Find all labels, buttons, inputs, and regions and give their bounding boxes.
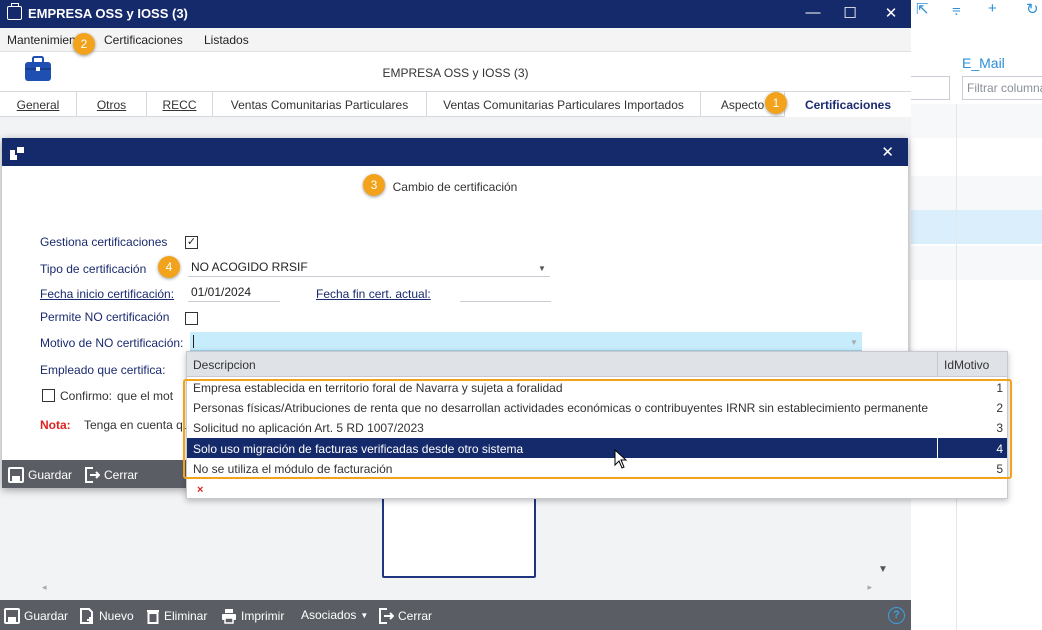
scroll-right-icon[interactable]: ▸ <box>867 582 872 593</box>
highlight-frame <box>183 379 1012 479</box>
email-filter-input[interactable]: Filtrar columna <box>962 76 1042 100</box>
menu-listados[interactable]: Listados <box>204 33 249 47</box>
exit-icon <box>85 467 100 483</box>
header-area: EMPRESA OSS y IOSS (3) <box>0 52 911 92</box>
confirmo-checkbox[interactable] <box>42 389 55 402</box>
new-button[interactable]: Nuevo <box>79 608 134 624</box>
chevron-down-icon: ▼ <box>360 610 369 620</box>
tipo-select[interactable]: NO ACOGIDO RRSIF <box>188 257 550 277</box>
chevron-down-icon[interactable]: ▼ <box>538 264 546 273</box>
gestiona-label: Gestiona certificaciones <box>40 235 168 249</box>
new-label: Nuevo <box>99 609 134 623</box>
tab-label: Otros <box>96 98 127 112</box>
fecha-inicio-input[interactable]: 01/01/2024 <box>188 282 280 302</box>
dialog-title-bar: ✕ <box>2 138 908 166</box>
tab-label: General <box>16 98 60 112</box>
scroll-down-icon[interactable]: ▼ <box>878 564 888 575</box>
printer-icon <box>222 609 236 624</box>
gestiona-checkbox[interactable]: ✓ <box>185 236 198 249</box>
dialog-close-label: Cerrar <box>104 468 139 482</box>
title-bar: EMPRESA OSS y IOSS (3) — ☐ ✕ <box>0 0 911 28</box>
help-icon[interactable]: ? <box>888 607 905 624</box>
print-button[interactable]: Imprimir <box>221 608 284 624</box>
fecha-fin-label[interactable]: Fecha fin cert. actual: <box>316 287 431 301</box>
tab-ventas-importados[interactable]: Ventas Comunitarias Particulares Importa… <box>427 92 701 117</box>
new-document-icon <box>80 608 93 624</box>
trash-icon <box>147 610 159 624</box>
nota-label: Nota: <box>40 418 71 432</box>
refresh-icon[interactable]: ↻ <box>1026 0 1039 18</box>
associated-label: Asociados <box>301 608 357 622</box>
email-column-header[interactable]: E_Mail <box>962 55 1005 71</box>
column-header-idmotivo[interactable]: IdMotivo <box>937 352 1007 376</box>
tab-general[interactable]: General <box>0 92 77 117</box>
mouse-cursor-icon <box>614 449 628 469</box>
permite-label: Permite NO certificación <box>40 310 170 324</box>
add-icon[interactable]: + <box>988 0 997 17</box>
collapse-icon[interactable]: ⇱ <box>916 0 929 18</box>
maximize-button[interactable]: ☐ <box>838 4 862 22</box>
window-heading: EMPRESA OSS y IOSS (3) <box>382 66 529 80</box>
tipo-label: Tipo de certificación <box>40 262 147 276</box>
permite-checkbox[interactable] <box>185 312 198 325</box>
motivo-label: Motivo de NO certificación: <box>40 336 184 350</box>
tab-recc[interactable]: RECC <box>147 92 213 117</box>
motivo-input[interactable] <box>190 332 862 351</box>
close-form-label: Cerrar <box>398 609 433 623</box>
save-icon <box>4 608 20 624</box>
callout-2: 2 <box>73 33 95 55</box>
dialog-close-form-button[interactable]: Cerrar <box>84 467 138 483</box>
scroll-left-icon[interactable]: ◂ <box>42 582 47 592</box>
tab-ventas-comunitarias[interactable]: Ventas Comunitarias Particulares <box>213 92 427 117</box>
detail-panel <box>382 490 536 578</box>
associated-dropdown[interactable]: Asociados ▼ <box>301 608 368 622</box>
confirmo-text: que el mot <box>117 389 174 403</box>
nota-text: Tenga en cuenta qu <box>84 418 190 432</box>
dialog-close-button[interactable]: ✕ <box>881 143 894 161</box>
callout-3: 3 <box>363 174 385 196</box>
chevron-down-icon[interactable]: ▼ <box>850 338 858 347</box>
tab-otros[interactable]: Otros <box>77 92 147 117</box>
print-label: Imprimir <box>241 609 285 623</box>
confirmo-label: Confirmo: <box>60 389 113 403</box>
bottom-toolbar: Guardar Nuevo Eliminar Imprimir Asociado… <box>0 600 911 630</box>
dialog-heading: Cambio de certificación <box>392 180 518 194</box>
close-form-button[interactable]: Cerrar <box>378 608 432 624</box>
close-button[interactable]: ✕ <box>879 4 903 22</box>
dialog-save-label: Guardar <box>28 468 73 482</box>
save-button[interactable]: Guardar <box>4 608 68 624</box>
empleado-label: Empleado que certifica: <box>40 363 166 377</box>
clear-icon[interactable]: × <box>197 484 203 496</box>
text-caret <box>193 335 194 348</box>
menu-bar: Mantenimiento Certificaciones Listados <box>0 28 911 52</box>
fecha-inicio-label[interactable]: Fecha inicio certificación: <box>40 287 174 301</box>
window-title: EMPRESA OSS y IOSS (3) <box>28 6 188 21</box>
dropdown-header: Descripcion IdMotivo <box>187 352 1007 377</box>
save-label: Guardar <box>24 609 69 623</box>
tab-certificaciones[interactable]: Certificaciones <box>785 92 911 117</box>
exit-icon <box>379 608 394 624</box>
briefcase-icon <box>7 3 22 20</box>
menu-certificaciones[interactable]: Certificaciones <box>104 33 183 47</box>
filter-clear-icon[interactable]: ⩦ <box>952 0 961 17</box>
dialog-save-button[interactable]: Guardar <box>8 467 72 483</box>
window-icon <box>10 145 26 160</box>
save-icon <box>8 467 24 483</box>
horizontal-scrollbar[interactable]: ◂ ▸ <box>42 582 872 594</box>
delete-label: Eliminar <box>164 609 208 623</box>
fecha-fin-input[interactable] <box>460 282 551 302</box>
delete-button[interactable]: Eliminar <box>146 608 207 624</box>
tab-label: RECC <box>162 98 197 112</box>
callout-1: 1 <box>765 92 787 114</box>
callout-4: 4 <box>158 256 180 278</box>
minimize-button[interactable]: — <box>801 4 825 21</box>
column-header-descripcion[interactable]: Descripcion <box>193 358 256 372</box>
